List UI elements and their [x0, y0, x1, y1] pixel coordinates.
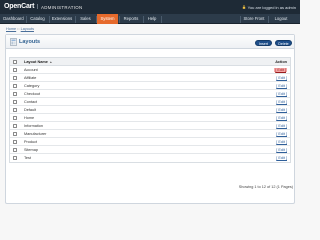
action-cell: [ Edit ] [274, 66, 287, 74]
lock-icon [242, 5, 246, 9]
layout-name: Contact [24, 100, 38, 104]
row-checkbox[interactable] [13, 92, 17, 96]
row-checkbox[interactable] [13, 140, 17, 144]
pagination-summary: Showing 1 to 12 of 12 (1 Pages) [238, 185, 293, 189]
login-status-text: You are logged in as admin [247, 4, 296, 10]
table-row: Default [ Edit ] [10, 106, 290, 114]
menu-divider [161, 15, 162, 23]
edit-link[interactable]: [ Edit ] [276, 148, 287, 152]
layouts-table: Layout Name ▲ Action Account [ Edit ] Aff… [9, 57, 291, 163]
panel-heading: Layouts Insert Delete [6, 35, 294, 49]
menu-item-dashboard[interactable]: Dashboard [2, 14, 25, 24]
edit-link[interactable]: [ Edit ] [276, 100, 287, 104]
edit-link[interactable]: [ Edit ] [276, 140, 287, 144]
delete-button[interactable]: Delete [275, 40, 292, 46]
breadcrumb-home[interactable]: Home [6, 27, 16, 31]
column-layout-name[interactable]: Layout Name ▲ [24, 58, 52, 66]
layout-name: Information [24, 124, 43, 128]
action-cell: [ Edit ] [276, 90, 287, 98]
table-row: Affiliate [ Edit ] [10, 74, 290, 82]
layout-name: Test [24, 156, 31, 160]
menu-item-catalog[interactable]: Catalog [27, 14, 48, 24]
action-cell: [ Edit ] [276, 74, 287, 82]
table-row: Test [ Edit ] [10, 154, 290, 162]
edit-link[interactable]: [ Edit ] [274, 68, 287, 72]
login-status: You are logged in as admin [242, 5, 296, 10]
action-cell: [ Edit ] [276, 154, 287, 162]
layout-name: Product [24, 140, 38, 144]
row-checkbox[interactable] [13, 76, 17, 80]
edit-link[interactable]: [ Edit ] [276, 124, 287, 128]
action-cell: [ Edit ] [276, 146, 287, 154]
table-row: Manufacturer [ Edit ] [10, 130, 290, 138]
table-row: Account [ Edit ] [10, 66, 290, 74]
menu-item-sales[interactable]: Sales [76, 14, 95, 24]
menu-item-extensions[interactable]: Extensions [50, 14, 74, 24]
layout-name: Checkout [24, 92, 41, 96]
action-cell: [ Edit ] [276, 82, 287, 90]
table-row: Checkout [ Edit ] [10, 90, 290, 98]
row-checkbox[interactable] [13, 132, 17, 136]
layout-name: Default [24, 108, 37, 112]
column-action: Action [275, 60, 287, 64]
page-title: Layouts [19, 38, 41, 45]
edit-link[interactable]: [ Edit ] [276, 116, 287, 120]
row-checkbox[interactable] [13, 156, 17, 160]
breadcrumb: Home::Layouts [6, 27, 34, 31]
breadcrumb-layouts[interactable]: Layouts [21, 27, 34, 31]
row-checkbox[interactable] [13, 148, 17, 152]
column-layout-name-label: Layout Name [24, 60, 48, 64]
table-row: Category [ Edit ] [10, 82, 290, 90]
action-cell: [ Edit ] [276, 106, 287, 114]
action-cell: [ Edit ] [276, 130, 287, 138]
layout-name: Affiliate [24, 76, 37, 80]
select-all-checkbox[interactable] [13, 60, 17, 64]
edit-link[interactable]: [ Edit ] [276, 132, 287, 136]
layout-icon [10, 38, 17, 46]
menu-item-store-front[interactable]: Store Front [241, 14, 267, 24]
app-header: OpenCart | ADMINISTRATION You are logged… [0, 0, 300, 14]
menu-item-help[interactable]: Help [144, 14, 160, 24]
breadcrumb-separator: :: [17, 27, 20, 31]
edit-link[interactable]: [ Edit ] [276, 92, 287, 96]
row-checkbox[interactable] [13, 100, 17, 104]
table-row: Sitemap [ Edit ] [10, 146, 290, 154]
layout-name: Account [24, 68, 38, 72]
logo-separator: | [37, 4, 39, 10]
menu-item-logout[interactable]: Logout [269, 14, 293, 24]
layout-name: Sitemap [24, 148, 38, 152]
main-menu: Dashboard Catalog Extensions Sales Syste… [0, 14, 300, 24]
layout-name: Home [24, 116, 35, 120]
sort-ascending-icon: ▲ [49, 60, 53, 64]
row-checkbox[interactable] [13, 68, 17, 72]
row-checkbox[interactable] [13, 108, 17, 112]
action-cell: [ Edit ] [276, 114, 287, 122]
action-cell: [ Edit ] [276, 138, 287, 146]
row-checkbox[interactable] [13, 124, 17, 128]
insert-button[interactable]: Insert [255, 40, 272, 46]
menu-item-system[interactable]: System [97, 14, 118, 24]
row-checkbox[interactable] [13, 84, 17, 88]
table-row: Product [ Edit ] [10, 138, 290, 146]
opencart-logo[interactable]: OpenCart [4, 3, 34, 10]
layouts-panel: Layouts Insert Delete Layout Name ▲ Actio… [5, 34, 295, 204]
table-row: Information [ Edit ] [10, 122, 290, 130]
action-cell: [ Edit ] [276, 98, 287, 106]
admin-subtitle: ADMINISTRATION [41, 4, 83, 10]
edit-link[interactable]: [ Edit ] [276, 156, 287, 160]
layout-name: Category [24, 84, 40, 88]
table-row: Contact [ Edit ] [10, 98, 290, 106]
action-cell: [ Edit ] [276, 122, 287, 130]
table-row: Home [ Edit ] [10, 114, 290, 122]
edit-link[interactable]: [ Edit ] [276, 76, 287, 80]
edit-link[interactable]: [ Edit ] [276, 84, 287, 88]
layout-name: Manufacturer [24, 132, 47, 136]
edit-link[interactable]: [ Edit ] [276, 108, 287, 112]
table-header-row: Layout Name ▲ Action [10, 58, 290, 66]
row-checkbox[interactable] [13, 116, 17, 120]
menu-item-reports[interactable]: Reports [120, 14, 142, 24]
